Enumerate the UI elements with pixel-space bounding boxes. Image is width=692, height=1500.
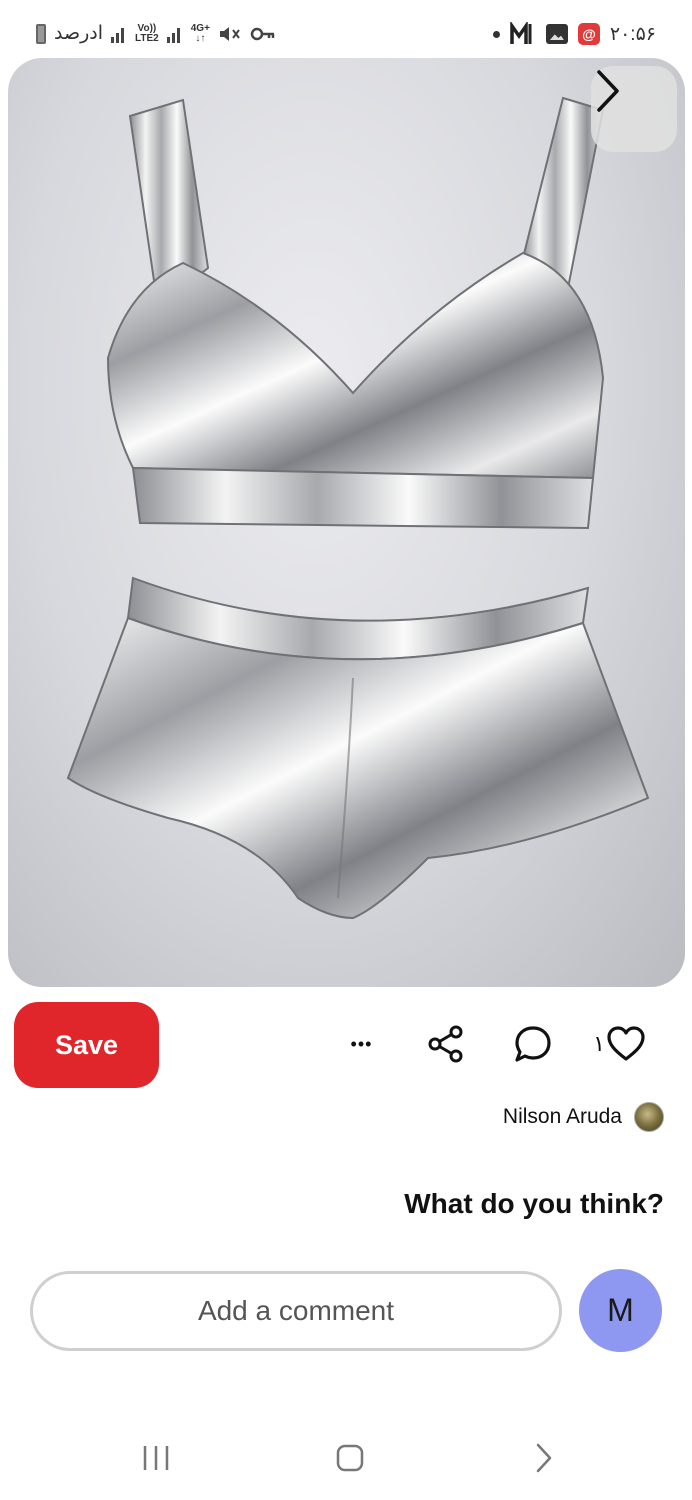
feedback-prompt: What do you think? (404, 1188, 664, 1219)
battery-icon (36, 23, 46, 44)
system-navigation-bar (0, 1420, 692, 1500)
share-icon (428, 1025, 463, 1063)
comment-icon (515, 1026, 551, 1062)
signal-icon (111, 25, 127, 43)
comment-button[interactable] (507, 1018, 559, 1070)
creator-name[interactable]: Nilson Aruda (503, 1105, 622, 1129)
back-button[interactable] (514, 1438, 574, 1478)
battery-text: ادرصد (54, 23, 104, 44)
network-type-indicator: 4G+ ↓↑ (190, 22, 210, 44)
creator-avatar[interactable] (634, 1102, 664, 1132)
back-icon (536, 1443, 552, 1473)
home-button[interactable] (320, 1438, 380, 1478)
creator-info[interactable]: Nilson Aruda (503, 1102, 664, 1132)
garment-illustration (66, 96, 650, 920)
home-icon (336, 1444, 364, 1472)
more-options-icon: • • • (350, 1033, 372, 1054)
pin-image[interactable] (8, 58, 685, 987)
save-button[interactable]: Save (14, 1002, 159, 1088)
status-bar: ادرصد Vo)) LTE2 4G+ ↓↑ @ ۲۰:۵۶ (0, 0, 692, 60)
chevron-right-icon (597, 70, 619, 112)
user-avatar[interactable]: M (579, 1269, 662, 1352)
alert-notification-icon: @ (577, 23, 600, 45)
mute-icon (218, 24, 242, 44)
next-image-button[interactable] (591, 66, 677, 152)
recents-button[interactable] (126, 1438, 186, 1478)
more-options-button[interactable]: • • • (334, 1018, 386, 1070)
signal-icon-2 (166, 25, 183, 43)
volte-indicator: Vo)) LTE2 (135, 22, 159, 44)
comment-input[interactable]: Add a comment (30, 1271, 562, 1351)
status-left-group: ادرصد Vo)) LTE2 4G+ ↓↑ (36, 22, 276, 45)
notification-dot-icon (492, 30, 500, 38)
like-button[interactable]: ۱ (588, 1018, 650, 1070)
share-button[interactable] (420, 1018, 472, 1070)
gallery-notification-icon (545, 24, 568, 44)
clock: ۲۰:۵۶ (609, 23, 656, 45)
recents-icon (143, 1446, 169, 1470)
vpn-key-icon (250, 27, 276, 41)
status-right-group: @ ۲۰:۵۶ (492, 22, 656, 46)
heart-icon (607, 1026, 645, 1061)
like-count: ۱ (593, 1031, 605, 1056)
app-notification-icon (510, 22, 536, 46)
